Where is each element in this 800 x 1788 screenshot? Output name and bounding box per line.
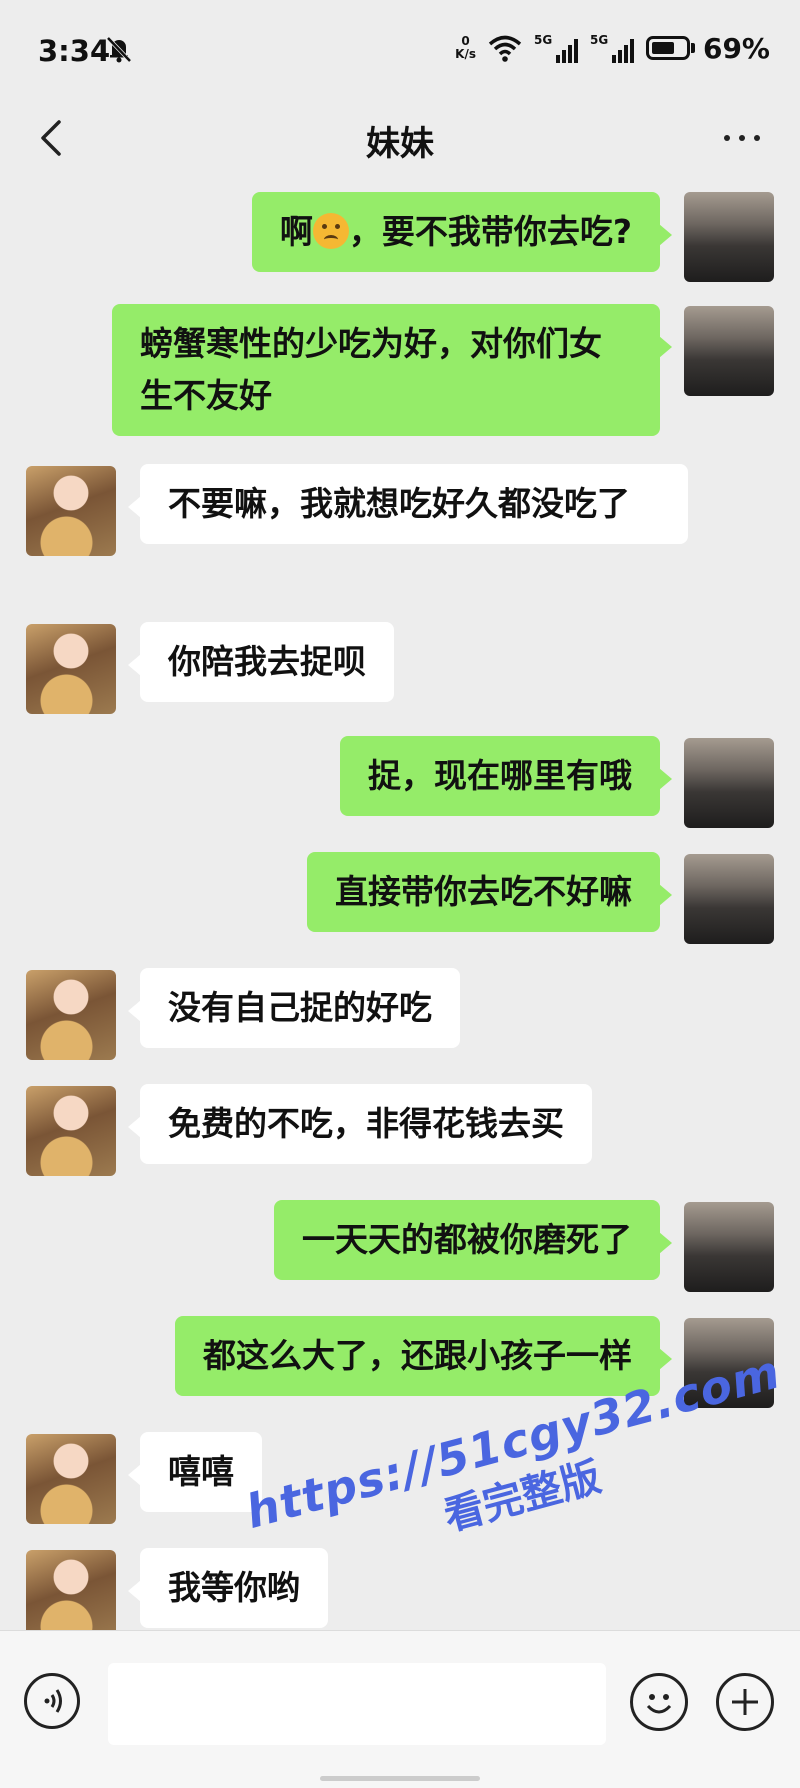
avatar-her[interactable] [26,624,116,714]
message-row: 免费的不吃，非得花钱去买 [0,1084,800,1176]
message-bubble-her[interactable]: 没有自己捉的好吃 [128,968,460,1048]
frowning-face-emoji [312,213,349,249]
wifi-icon [488,35,522,62]
message-row: 一天天的都被你磨死了 [0,1200,800,1292]
sim2-label: 5G [589,33,609,47]
chat-header: 妹妹 [0,96,800,188]
message-bubble-me[interactable]: 捉，现在哪里有哦 [340,736,672,816]
message-text: 你陪我去捉呗 [168,642,366,681]
more-functions-button[interactable] [716,1673,774,1731]
emoji-icon [646,1694,672,1714]
voice-input-button[interactable] [24,1673,80,1729]
message-bubble-her[interactable]: 免费的不吃，非得花钱去买 [128,1084,592,1164]
message-bubble-her[interactable]: 你陪我去捉呗 [128,622,394,702]
battery-indicator: 69% [645,31,770,65]
message-text: 直接带你去吃不好嘛 [335,872,632,911]
message-bubble-me[interactable]: 都这么大了，还跟小孩子一样 [175,1316,672,1396]
message-text: 免费的不吃，非得花钱去买 [168,1104,564,1143]
page-title: 妹妹 [366,124,434,164]
message-text: 捉，现在哪里有哦 [368,756,632,795]
message-text: 不要嘛，我就想吃好久都没吃了 [168,484,630,523]
message-row: 你陪我去捉呗 [0,622,800,714]
battery-icon [645,36,690,60]
message-bubble-me[interactable]: 螃蟹寒性的少吃为好，对你们女生不友好 [112,304,672,436]
message-text: 螃蟹寒性的少吃为好，对你们女生不友好 [140,324,602,415]
avatar-her[interactable] [26,1550,116,1640]
plus-icon [732,1689,758,1715]
avatar-me[interactable] [684,738,774,828]
message-row: 没有自己捉的好吃 [0,968,800,1060]
message-bubble-her[interactable]: 不要嘛，我就想吃好久都没吃了 [128,464,688,544]
voice-icon [44,1689,62,1713]
message-bubble-me[interactable]: 直接带你去吃不好嘛 [307,852,672,932]
more-options-button[interactable] [714,116,770,160]
message-row: 不要嘛，我就想吃好久都没吃了 [0,464,800,598]
message-text: 啊 [279,212,313,251]
emoji-button[interactable] [630,1673,688,1731]
message-row: 螃蟹寒性的少吃为好，对你们女生不友好 [0,304,800,438]
message-row: 直接带你去吃不好嘛 [0,852,800,944]
avatar-me[interactable] [684,854,774,944]
message-bubble-me[interactable]: 一天天的都被你磨死了 [274,1200,672,1280]
avatar-her[interactable] [26,466,116,556]
message-text: 一天天的都被你磨死了 [302,1220,632,1259]
avatar-me[interactable] [684,192,774,282]
signal-icon-sim2: 5G [590,33,634,63]
sim1-label: 5G [533,33,553,47]
message-bubble-me[interactable]: 啊 ，要不我带你去吃? [251,192,673,272]
avatar-her[interactable] [26,970,116,1060]
message-input[interactable] [108,1663,606,1745]
status-bar: 3:34 0 K/s 5G 5G 69% [0,0,800,96]
message-text: 没有自己捉的好吃 [168,988,432,1027]
avatar-her[interactable] [26,1086,116,1176]
message-text: 都这么大了，还跟小孩子一样 [203,1336,632,1375]
message-row: 啊 ，要不我带你去吃? [0,190,800,282]
avatar-me[interactable] [684,306,774,396]
battery-fill [651,42,674,54]
avatar-her[interactable] [26,1434,116,1524]
signal-icon-sim1: 5G [534,33,578,63]
message-row: 捉，现在哪里有哦 [0,736,800,828]
status-time: 3:34 [38,34,111,68]
avatar-me[interactable] [684,1202,774,1292]
mute-bell-icon [106,36,132,63]
message-text: 嘻嘻 [168,1452,234,1491]
net-speed: 0 K/s [455,35,476,61]
input-bar [0,1630,800,1788]
net-speed-unit: K/s [455,47,476,61]
message-text: ，要不我带你去吃? [348,212,632,251]
more-dots-icon [724,135,730,141]
home-indicator [320,1776,480,1781]
battery-percent: 69% [702,31,770,65]
